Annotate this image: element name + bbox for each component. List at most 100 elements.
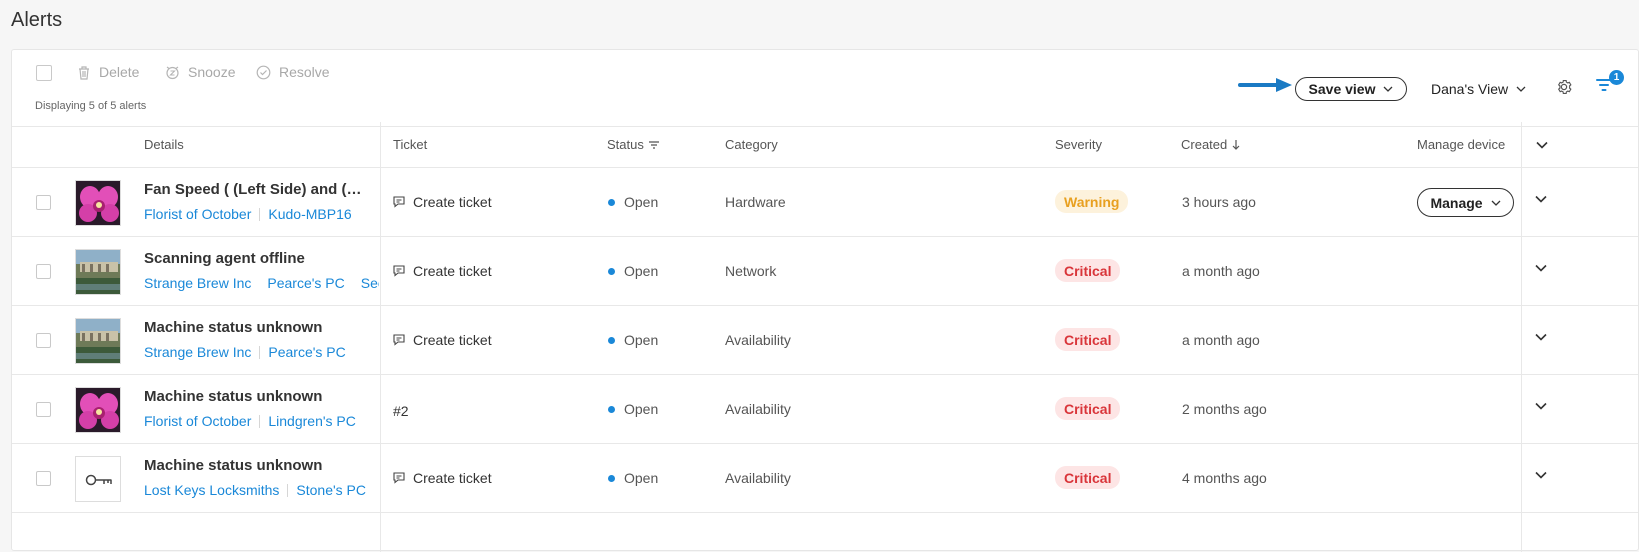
displaying-count: Displaying 5 of 5 alerts	[35, 100, 147, 112]
gear-icon[interactable]	[1555, 78, 1573, 96]
save-view-label: Save view	[1308, 81, 1376, 97]
status-dot	[608, 336, 615, 344]
filter-count-badge: 1	[1609, 70, 1624, 85]
col-status[interactable]: Status	[607, 137, 659, 152]
col-manage-device: Manage device	[1417, 137, 1506, 152]
status-cell: Open	[608, 401, 658, 417]
table-header: Details Ticket Status Category Severity …	[12, 122, 1638, 168]
see-more-link[interactable]: See	[361, 275, 379, 291]
delete-button[interactable]: Delete	[77, 64, 139, 80]
client-link[interactable]: Strange Brew Inc	[144, 344, 251, 360]
chevron-down-icon	[1491, 200, 1501, 206]
severity-badge: Critical	[1055, 397, 1121, 420]
alert-title[interactable]: Machine status unknown	[144, 457, 372, 474]
severity-badge: Critical	[1055, 259, 1121, 282]
client-link[interactable]: Lost Keys Locksmiths	[144, 482, 279, 498]
arrow-pointer-icon	[1238, 78, 1292, 92]
alert-links: Strange Brew Inc Pearce's PC	[144, 344, 379, 360]
severity-badge: Critical	[1055, 328, 1121, 351]
table-row[interactable]: Scanning agent offline Strange Brew Inc …	[12, 237, 1638, 306]
snooze-button[interactable]: Snooze	[165, 64, 235, 80]
toolbar: Delete Snooze Resolve Displaying 5 of 5 …	[12, 50, 1638, 127]
status-cell: Open	[608, 470, 658, 486]
created-cell: 3 hours ago	[1182, 194, 1256, 210]
row-checkbox[interactable]	[36, 264, 51, 279]
alerts-card: Delete Snooze Resolve Displaying 5 of 5 …	[11, 49, 1639, 552]
client-link[interactable]: Florist of October	[144, 413, 251, 429]
chevron-down-icon[interactable]	[1535, 471, 1547, 479]
row-checkbox[interactable]	[36, 402, 51, 417]
created-cell: 4 months ago	[1182, 470, 1267, 486]
chevron-down-icon[interactable]	[1536, 141, 1548, 149]
status-dot	[608, 405, 615, 413]
chevron-down-icon[interactable]	[1535, 264, 1547, 272]
category-cell: Network	[725, 263, 777, 279]
table-row[interactable]: Machine status unknown Strange Brew Inc …	[12, 306, 1638, 375]
create-ticket-button[interactable]: Create ticket	[393, 470, 492, 486]
alert-title[interactable]: Machine status unknown	[144, 319, 372, 336]
delete-label: Delete	[99, 64, 140, 80]
device-link[interactable]: Pearce's PC	[267, 275, 344, 291]
chevron-down-icon[interactable]	[1535, 333, 1547, 341]
create-ticket-button[interactable]: Create ticket	[393, 332, 492, 348]
table-row[interactable]: Machine status unknown Florist of Octobe…	[12, 375, 1638, 444]
chevron-down-icon[interactable]	[1535, 402, 1547, 410]
table-row[interactable]: Machine status unknown Lost Keys Locksmi…	[12, 444, 1638, 513]
status-cell: Open	[608, 194, 658, 210]
create-ticket-button[interactable]: Create ticket	[393, 263, 492, 279]
key-thumbnail	[75, 456, 121, 502]
alert-title[interactable]: Fan Speed ( (Left Side) and (Right Side)…	[144, 181, 372, 198]
table-row[interactable]: Fan Speed ( (Left Side) and (Right Side)…	[12, 168, 1638, 237]
check-circle-icon	[256, 65, 271, 79]
category-cell: Hardware	[725, 194, 786, 210]
device-link[interactable]: Pearce's PC	[268, 344, 345, 360]
filter-small-icon	[648, 140, 659, 149]
alert-title[interactable]: Scanning agent offline	[144, 250, 372, 267]
col-details: Details	[144, 137, 184, 152]
alert-links: Strange Brew Inc Pearce's PC See	[144, 275, 379, 291]
ticket-icon	[393, 472, 405, 484]
device-link[interactable]: Lindgren's PC	[268, 413, 356, 429]
status-dot	[608, 198, 615, 206]
alert-title[interactable]: Machine status unknown	[144, 388, 372, 405]
chevron-down-icon	[1516, 86, 1526, 92]
trash-icon	[79, 65, 89, 80]
row-checkbox[interactable]	[36, 471, 51, 486]
ticket-icon	[393, 196, 405, 208]
status-dot	[608, 474, 615, 482]
manage-button[interactable]: Manage	[1417, 188, 1514, 217]
category-cell: Availability	[725, 332, 791, 348]
row-checkbox[interactable]	[36, 333, 51, 348]
category-cell: Availability	[725, 401, 791, 417]
status-cell: Open	[608, 332, 658, 348]
device-link[interactable]: Kudo-MBP16	[268, 206, 351, 222]
chevron-down-icon[interactable]	[1535, 195, 1547, 203]
page-title: Alerts	[11, 9, 63, 31]
view-name: Dana's View	[1431, 81, 1509, 97]
row-checkbox[interactable]	[36, 195, 51, 210]
device-link[interactable]: Stone's PC	[296, 482, 366, 498]
col-severity: Severity	[1055, 137, 1102, 152]
severity-badge: Warning	[1055, 190, 1129, 213]
client-link[interactable]: Strange Brew Inc	[144, 275, 251, 291]
ticket-link[interactable]: #2	[393, 403, 409, 419]
orchid-thumbnail	[75, 387, 121, 433]
view-selector[interactable]: Dana's View	[1431, 77, 1526, 101]
save-view-button[interactable]: Save view	[1295, 77, 1407, 101]
client-link[interactable]: Florist of October	[144, 206, 251, 222]
create-ticket-button[interactable]: Create ticket	[393, 194, 492, 210]
chevron-down-icon	[1384, 86, 1393, 92]
created-cell: 2 months ago	[1182, 401, 1267, 417]
snooze-icon	[166, 66, 179, 79]
col-category: Category	[725, 137, 778, 152]
category-cell: Availability	[725, 470, 791, 486]
select-all-checkbox[interactable]	[36, 65, 52, 81]
alert-links: Florist of October Kudo-MBP16	[144, 206, 379, 222]
ticket-icon	[393, 334, 405, 346]
alert-links: Lost Keys Locksmiths Stone's PC	[144, 482, 379, 498]
sort-down-icon	[1232, 139, 1240, 150]
severity-badge: Critical	[1055, 466, 1121, 489]
resolve-button[interactable]: Resolve	[256, 64, 330, 80]
resolve-label: Resolve	[279, 64, 330, 80]
col-created[interactable]: Created	[1181, 137, 1240, 152]
